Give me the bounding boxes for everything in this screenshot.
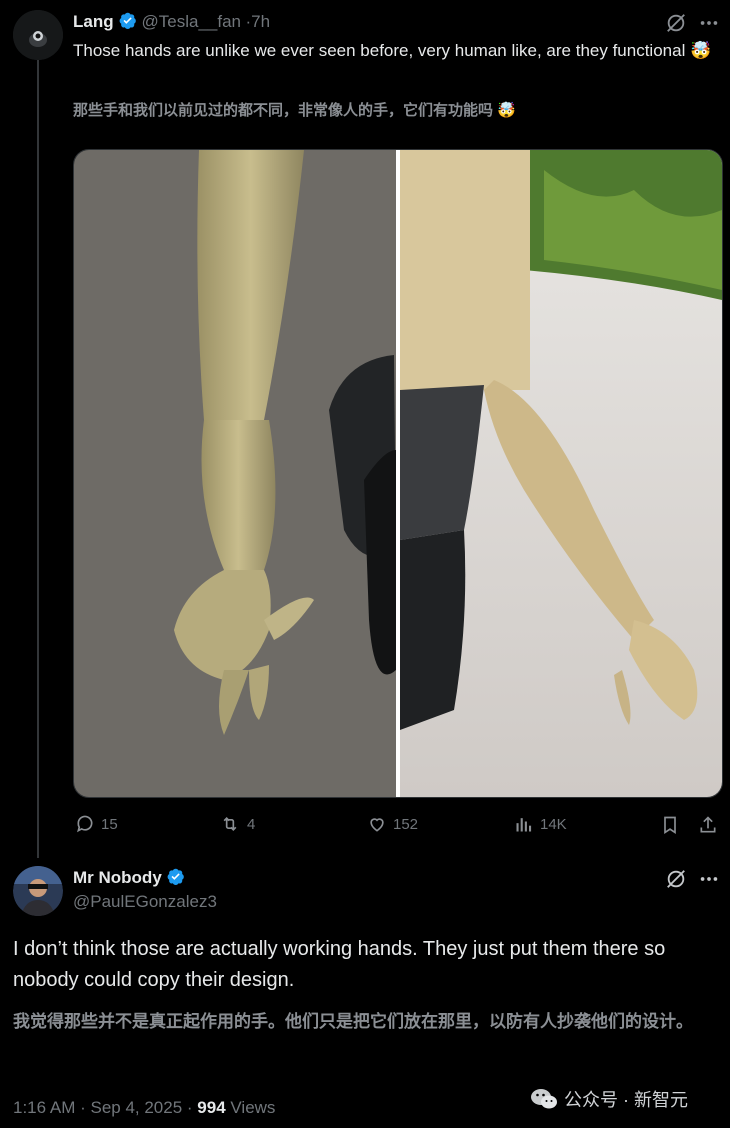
tweet2-text: I don’t think those are actually working… [13, 938, 666, 991]
avatar-image [13, 866, 63, 916]
reply-button[interactable]: 15 [75, 814, 118, 834]
view-count: 14K [540, 815, 567, 833]
robot-hand-image [74, 150, 722, 797]
tweet2-translation: 我觉得那些并不是真正起作用的手。他们只是把它们放在那里，以防有人抄袭他们的设计。 [13, 1012, 693, 1031]
repost-icon [223, 816, 237, 832]
avatar-mr-nobody[interactable] [13, 866, 63, 916]
thread-connector [37, 58, 39, 858]
more-options-icon[interactable] [698, 868, 720, 895]
post-meta: 1:16 AM · Sep 4, 2025 · 994 Views [13, 1098, 275, 1118]
tweet1-header: Lang @Tesla__fan ·7h [73, 11, 270, 32]
analytics-icon [516, 818, 532, 832]
watermark-text: 公众号 · 新智元 [564, 1090, 688, 1110]
wechat-icon [531, 1089, 557, 1109]
like-button[interactable]: 152 [367, 814, 418, 834]
like-count: 152 [393, 815, 419, 833]
post-time[interactable]: 7h [251, 12, 270, 31]
share-icon[interactable] [698, 814, 718, 841]
views-button[interactable]: 14K [514, 814, 567, 834]
repost-button[interactable]: 4 [219, 814, 255, 834]
verified-badge-icon [167, 868, 185, 886]
post-timestamp[interactable]: 1:16 AM · Sep 4, 2025 · [13, 1098, 197, 1117]
avatar-image [13, 10, 63, 60]
grok-icon[interactable] [665, 12, 687, 39]
heart-icon [370, 818, 384, 832]
more-options-icon[interactable] [698, 12, 720, 39]
views-label: Views [225, 1098, 276, 1117]
tweet1-translation: 那些手和我们以前见过的都不同，非常像人的手，它们有功能吗 🤯 [73, 102, 516, 119]
reply-count: 15 [101, 815, 118, 833]
tweet1-text: Those hands are unlike we ever seen befo… [73, 41, 712, 60]
grok-icon[interactable] [665, 868, 687, 895]
views-count: 994 [197, 1098, 226, 1117]
verified-badge-icon [119, 12, 136, 30]
repost-count: 4 [247, 815, 256, 833]
tweet1-media[interactable] [73, 149, 723, 798]
author-name[interactable]: Lang [73, 12, 114, 31]
watermark: 公众号 · 新智元 [530, 1086, 688, 1112]
avatar-lang[interactable] [13, 10, 63, 60]
author-handle[interactable]: @Tesla__fan [142, 12, 242, 31]
author-handle[interactable]: @PaulEGonzalez3 [73, 892, 217, 912]
tweet2-header: Mr Nobody [73, 867, 185, 888]
bookmark-icon[interactable] [660, 814, 680, 841]
author-name[interactable]: Mr Nobody [73, 868, 162, 887]
reply-icon [77, 815, 93, 833]
